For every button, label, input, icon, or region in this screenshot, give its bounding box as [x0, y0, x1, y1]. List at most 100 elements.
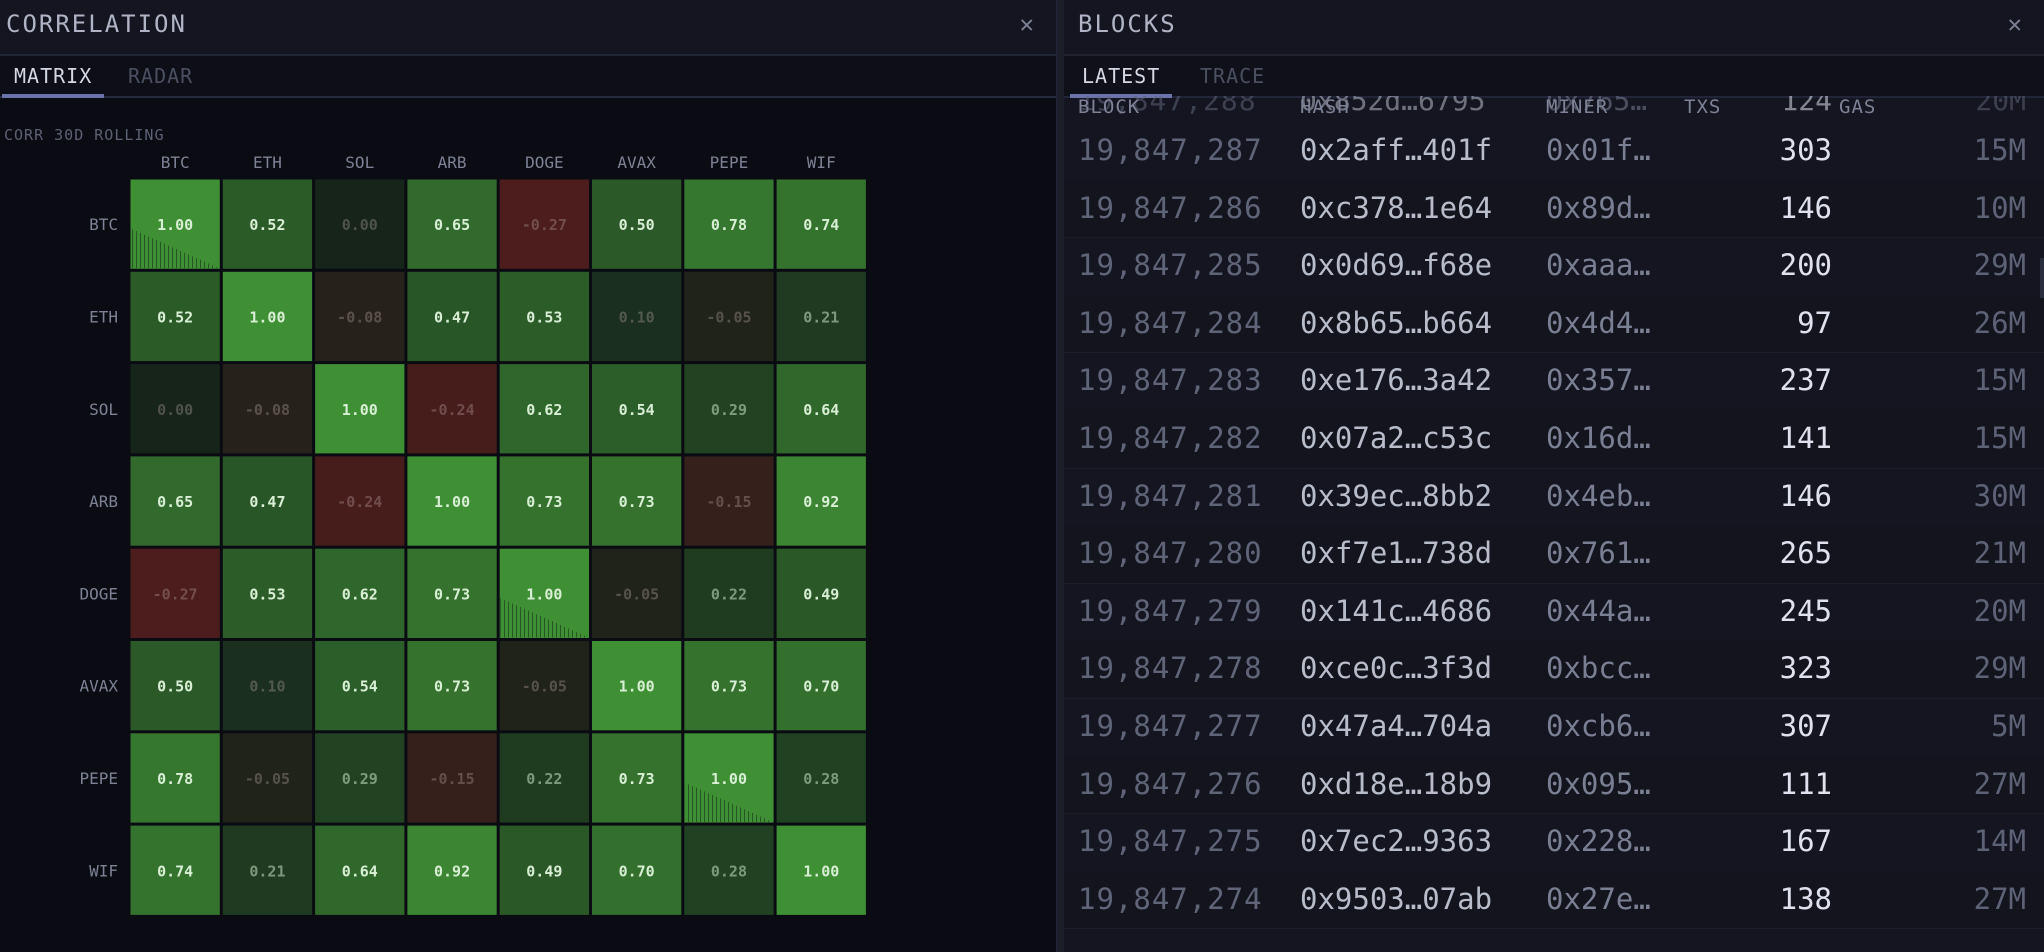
- block-gas: 5M: [1991, 709, 2026, 743]
- table-row[interactable]: 19,847,286 0xc378…1e64 0x89d… 146 10M: [1064, 179, 2044, 239]
- table-row[interactable]: 19,847,287 0x2aff…401f 0x01f… 303 15M: [1064, 122, 2044, 181]
- heatmap-value: 0.53: [249, 585, 285, 603]
- column-label: DOGE: [525, 153, 564, 172]
- scrollbar-thumb[interactable]: [2040, 258, 2044, 298]
- column-header-gas[interactable]: GAS: [1839, 96, 1876, 124]
- block-hash[interactable]: 0x9503…07ab: [1300, 871, 1492, 929]
- block-hash[interactable]: 0x47a4…704a: [1300, 698, 1492, 756]
- block-hash[interactable]: 0x7ec2…9363: [1300, 813, 1492, 871]
- tab-latest[interactable]: LATEST: [1070, 62, 1173, 98]
- table-row[interactable]: 19,847,278 0xce0c…3f3d 0xbcc… 323 29M: [1064, 640, 2044, 699]
- block-number: 19,847,284: [1078, 305, 1263, 340]
- block-gas: 14M: [1973, 824, 2026, 859]
- table-row[interactable]: 19,847,285 0x0d69…f68e 0xaaa… 200 29M: [1064, 237, 2044, 296]
- block-miner[interactable]: 0x01f…: [1546, 122, 1651, 180]
- block-hash[interactable]: 0x39ec…8bb2: [1300, 468, 1492, 526]
- block-miner[interactable]: 0xbcc…: [1546, 640, 1651, 698]
- block-number: 19,847,285: [1078, 248, 1263, 283]
- heatmap-value: 0.65: [434, 216, 470, 234]
- heatmap-value: 0.65: [157, 493, 193, 511]
- block-hash[interactable]: 0x2aff…401f: [1300, 122, 1492, 180]
- block-hash[interactable]: 0xce0c…3f3d: [1300, 640, 1492, 698]
- block-miner[interactable]: 0x095…: [1546, 756, 1651, 814]
- block-hash[interactable]: 0xd18e…18b9: [1300, 756, 1492, 814]
- block-number: 19,847,281: [1078, 478, 1263, 513]
- block-number: 19,847,279: [1078, 593, 1263, 628]
- heatmap-value: 0.92: [803, 493, 839, 511]
- block-gas: 30M: [1973, 478, 2026, 513]
- tab-trace[interactable]: TRACE: [1188, 62, 1277, 94]
- heatmap-value: 0.28: [803, 770, 839, 788]
- table-row[interactable]: 19,847,276 0xd18e…18b9 0x095… 111 27M: [1064, 755, 2044, 815]
- column-header-miner[interactable]: MINER: [1546, 96, 1608, 124]
- close-icon[interactable]: ✕: [2008, 10, 2022, 38]
- column-label: BTC: [161, 153, 190, 172]
- block-txs: 237: [1779, 363, 1832, 398]
- block-miner[interactable]: 0xcb6…: [1546, 698, 1651, 756]
- block-hash[interactable]: 0xf7e1…738d: [1300, 525, 1492, 583]
- block-number: 19,847,275: [1078, 824, 1263, 859]
- block-miner[interactable]: 0x44a…: [1546, 583, 1651, 641]
- heatmap-value: 0.78: [711, 216, 747, 234]
- blocks-panel-header: BLOCKS ✕: [1064, 0, 2044, 56]
- block-miner[interactable]: 0x4d4…: [1546, 295, 1651, 353]
- block-miner[interactable]: 0x228…: [1546, 813, 1651, 871]
- correlation-panel: CORRELATION ✕ MATRIX RADAR CORR 30D ROLL…: [0, 0, 1056, 952]
- heatmap-value: 1.00: [342, 401, 378, 419]
- heatmap-value: 0.21: [803, 308, 839, 326]
- block-miner[interactable]: 0xaaa…: [1546, 237, 1651, 295]
- block-hash[interactable]: 0x141c…4686: [1300, 583, 1492, 641]
- block-gas: 26M: [1973, 305, 2026, 340]
- heatmap-value: 0.22: [711, 585, 747, 603]
- heatmap-value: 0.73: [711, 678, 747, 696]
- column-header-block[interactable]: BLOCK: [1078, 96, 1140, 124]
- table-row[interactable]: 19,847,279 0x141c…4686 0x44a… 245 20M: [1064, 583, 2044, 642]
- heatmap-value: 1.00: [434, 493, 470, 511]
- block-txs: 200: [1779, 248, 1832, 283]
- table-row[interactable]: 19,847,281 0x39ec…8bb2 0x4eb… 146 30M: [1064, 468, 2044, 527]
- block-miner[interactable]: 0x27e…: [1546, 871, 1651, 929]
- heatmap-value: 0.10: [249, 678, 285, 696]
- heatmap-value: 1.00: [711, 770, 747, 788]
- block-hash[interactable]: 0x07a2…c53c: [1300, 410, 1492, 468]
- block-txs: 265: [1779, 536, 1832, 571]
- block-gas: 29M: [1973, 651, 2026, 686]
- block-miner[interactable]: 0x4eb…: [1546, 468, 1651, 526]
- block-gas: 21M: [1973, 536, 2026, 571]
- block-miner[interactable]: 0x357…: [1546, 352, 1651, 410]
- block-miner[interactable]: 0x761…: [1546, 525, 1651, 583]
- heatmap-value: 0.52: [249, 216, 285, 234]
- heatmap-value: -0.15: [429, 770, 474, 788]
- block-hash[interactable]: 0xe176…3a42: [1300, 352, 1492, 410]
- heatmap-value: 0.49: [526, 862, 562, 880]
- column-label: AVAX: [617, 153, 656, 172]
- block-miner[interactable]: 0x89d…: [1546, 180, 1651, 238]
- block-txs: 141: [1779, 421, 1832, 455]
- block-hash[interactable]: 0xc378…1e64: [1300, 180, 1492, 238]
- table-row[interactable]: 19,847,275 0x7ec2…9363 0x228… 167 14M: [1064, 813, 2044, 872]
- column-header-hash[interactable]: HASH: [1300, 96, 1350, 124]
- table-row[interactable]: 19,847,274 0x9503…07ab 0x27e… 138 27M: [1064, 870, 2044, 930]
- block-hash[interactable]: 0x8b65…b664: [1300, 295, 1492, 353]
- heatmap-value: 0.49: [803, 585, 839, 603]
- table-row[interactable]: 19,847,282 0x07a2…c53c 0x16d… 141 15M: [1064, 410, 2044, 469]
- block-gas: 27M: [1973, 766, 2026, 801]
- row-label: AVAX: [79, 677, 118, 696]
- heatmap-value: 0.50: [157, 678, 193, 696]
- heatmap-value: 0.28: [711, 862, 747, 880]
- heatmap-value: 0.70: [803, 678, 839, 696]
- table-row[interactable]: 19,847,284 0x8b65…b664 0x4d4… 97 26M: [1064, 294, 2044, 354]
- block-miner[interactable]: 0x16d…: [1546, 410, 1651, 468]
- block-hash[interactable]: 0x0d69…f68e: [1300, 237, 1492, 295]
- heatmap-value: 0.70: [619, 862, 655, 880]
- heatmap-value: 0.22: [526, 770, 562, 788]
- table-row[interactable]: 19,847,277 0x47a4…704a 0xcb6… 307 5M: [1064, 698, 2044, 757]
- column-header-txs[interactable]: TXS: [1684, 96, 1721, 124]
- block-txs: 167: [1779, 824, 1832, 859]
- table-row[interactable]: 19,847,280 0xf7e1…738d 0x761… 265 21M: [1064, 525, 2044, 584]
- heatmap-value: 0.64: [803, 401, 839, 419]
- heatmap-value: 0.47: [249, 493, 285, 511]
- block-txs: 307: [1779, 709, 1832, 743]
- block-gas: 15M: [1973, 363, 2026, 398]
- table-row[interactable]: 19,847,283 0xe176…3a42 0x357… 237 15M: [1064, 352, 2044, 411]
